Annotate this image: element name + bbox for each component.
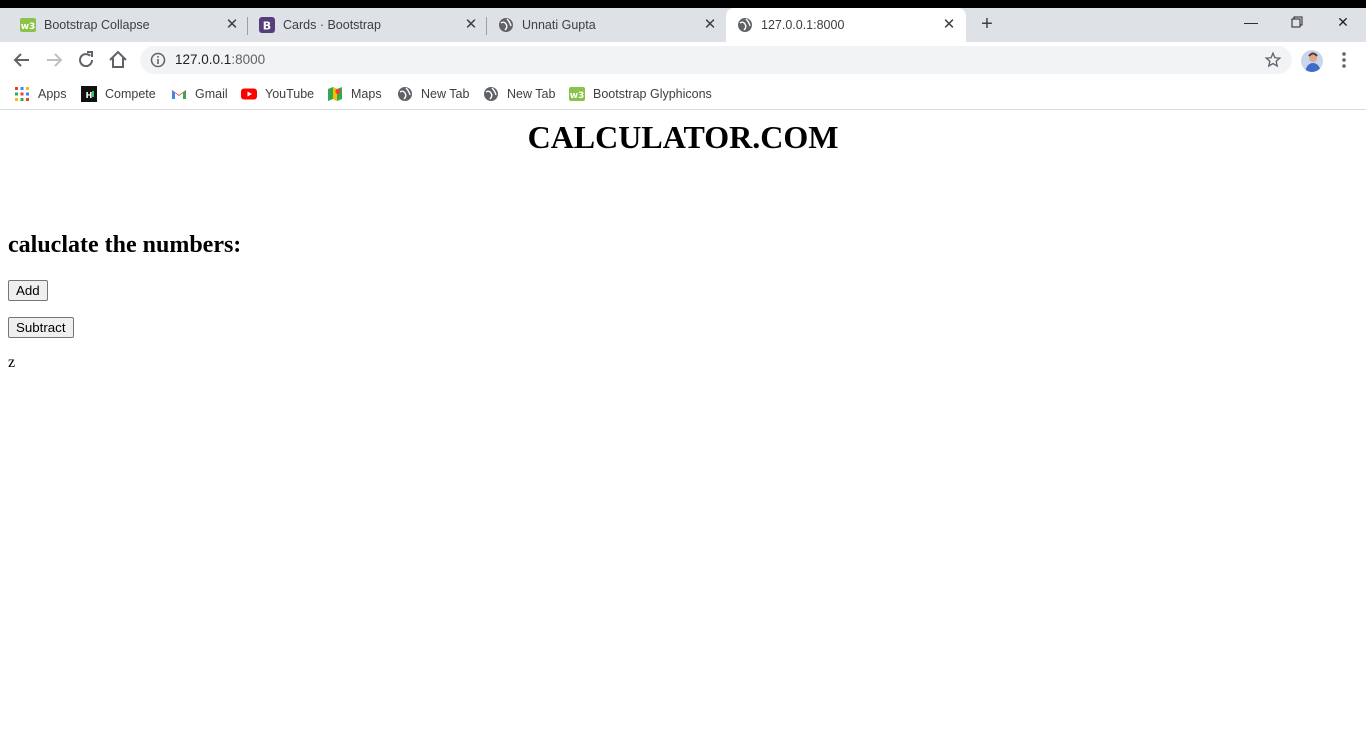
tab-title: 127.0.0.1:8000 — [761, 18, 845, 32]
maps-icon — [328, 87, 342, 101]
svg-text:H: H — [86, 91, 93, 100]
restore-icon[interactable] — [1274, 8, 1320, 36]
result-text: z — [8, 354, 16, 371]
home-icon[interactable] — [106, 48, 130, 72]
page-content: CALCULATOR.COM caluclate the numbers: Ad… — [0, 111, 1366, 736]
window-top-edge — [0, 0, 1366, 8]
close-tab-icon[interactable]: ✕ — [462, 16, 480, 34]
hackerearth-icon: H — [81, 86, 97, 102]
bookmark-new-tab-2[interactable]: New Tab — [483, 84, 555, 104]
forward-icon[interactable] — [42, 48, 66, 72]
bookmark-maps[interactable]: Maps — [327, 84, 382, 104]
add-button[interactable]: Add — [8, 280, 48, 301]
tab-title: Unnati Gupta — [522, 18, 596, 32]
bookmark-label: YouTube — [265, 87, 315, 101]
youtube-icon — [241, 88, 257, 100]
minimize-icon[interactable]: — — [1228, 8, 1274, 36]
bookmark-apps[interactable]: Apps — [14, 84, 67, 104]
tab-unnati-gupta[interactable]: Unnati Gupta ✕ — [498, 8, 720, 42]
w3schools-icon: w3 — [569, 87, 585, 101]
close-tab-icon[interactable]: ✕ — [701, 16, 719, 34]
bookmark-label: Gmail — [195, 87, 228, 101]
tab-divider — [486, 17, 487, 35]
bookmark-label: New Tab — [421, 87, 470, 101]
new-tab-icon[interactable]: + — [976, 14, 998, 36]
url-port: :8000 — [231, 52, 266, 67]
svg-text:w3: w3 — [570, 91, 585, 101]
svg-text:w3: w3 — [21, 22, 36, 32]
tab-strip: w3 Bootstrap Collapse ✕ B Cards · Bootst… — [0, 8, 1366, 42]
tab-title: Bootstrap Collapse — [44, 18, 150, 32]
bookmark-label: New Tab — [507, 87, 556, 101]
bookmark-youtube[interactable]: YouTube — [241, 84, 314, 104]
close-tab-icon[interactable]: ✕ — [223, 16, 241, 34]
svg-text:B: B — [263, 20, 271, 33]
globe-icon — [738, 18, 752, 32]
more-menu-icon[interactable] — [1336, 50, 1352, 70]
bookmark-label: Maps — [351, 87, 382, 101]
reload-icon[interactable] — [74, 48, 98, 72]
tab-cards-bootstrap[interactable]: B Cards · Bootstrap ✕ — [259, 8, 481, 42]
globe-icon — [499, 18, 513, 32]
gmail-icon — [172, 90, 186, 99]
browser-toolbar: 127.0.0.1:8000 — [0, 42, 1366, 78]
bookmark-new-tab-1[interactable]: New Tab — [397, 84, 469, 104]
tab-bootstrap-collapse[interactable]: w3 Bootstrap Collapse ✕ — [20, 8, 242, 42]
bookmark-label: Apps — [38, 87, 67, 101]
subtract-button[interactable]: Subtract — [8, 317, 74, 338]
bootstrap-icon: B — [259, 17, 275, 33]
apps-grid-icon — [15, 87, 29, 101]
close-tab-icon[interactable]: ✕ — [940, 16, 958, 34]
bookmarks-bar: Apps H Compete Gmail YouTube Maps New Ta… — [0, 78, 1366, 110]
address-bar[interactable]: 127.0.0.1:8000 — [140, 46, 1292, 74]
section-heading: caluclate the numbers: — [8, 232, 242, 258]
profile-avatar[interactable] — [1301, 50, 1323, 72]
tab-localhost[interactable]: 127.0.0.1:8000 ✕ — [726, 8, 966, 42]
bookmark-compete[interactable]: H Compete — [81, 84, 156, 104]
page-title: CALCULATOR.COM — [527, 119, 839, 155]
globe-icon — [484, 87, 498, 101]
bookmark-label: Bootstrap Glyphicons — [593, 87, 712, 101]
bookmark-star-icon[interactable] — [1264, 51, 1282, 69]
bookmark-gmail[interactable]: Gmail — [171, 84, 228, 104]
tab-divider — [247, 17, 248, 35]
w3schools-icon: w3 — [20, 18, 36, 32]
bookmark-label: Compete — [105, 87, 156, 101]
url-host: 127.0.0.1 — [175, 52, 232, 67]
bookmark-bootstrap-glyphicons[interactable]: w3 Bootstrap Glyphicons — [569, 84, 712, 104]
site-info-icon[interactable] — [150, 52, 166, 68]
back-icon[interactable] — [10, 48, 34, 72]
tab-title: Cards · Bootstrap — [283, 18, 381, 32]
globe-icon — [398, 87, 412, 101]
url-text: 127.0.0.1:8000 — [175, 52, 265, 68]
close-window-icon[interactable]: ✕ — [1320, 8, 1366, 36]
